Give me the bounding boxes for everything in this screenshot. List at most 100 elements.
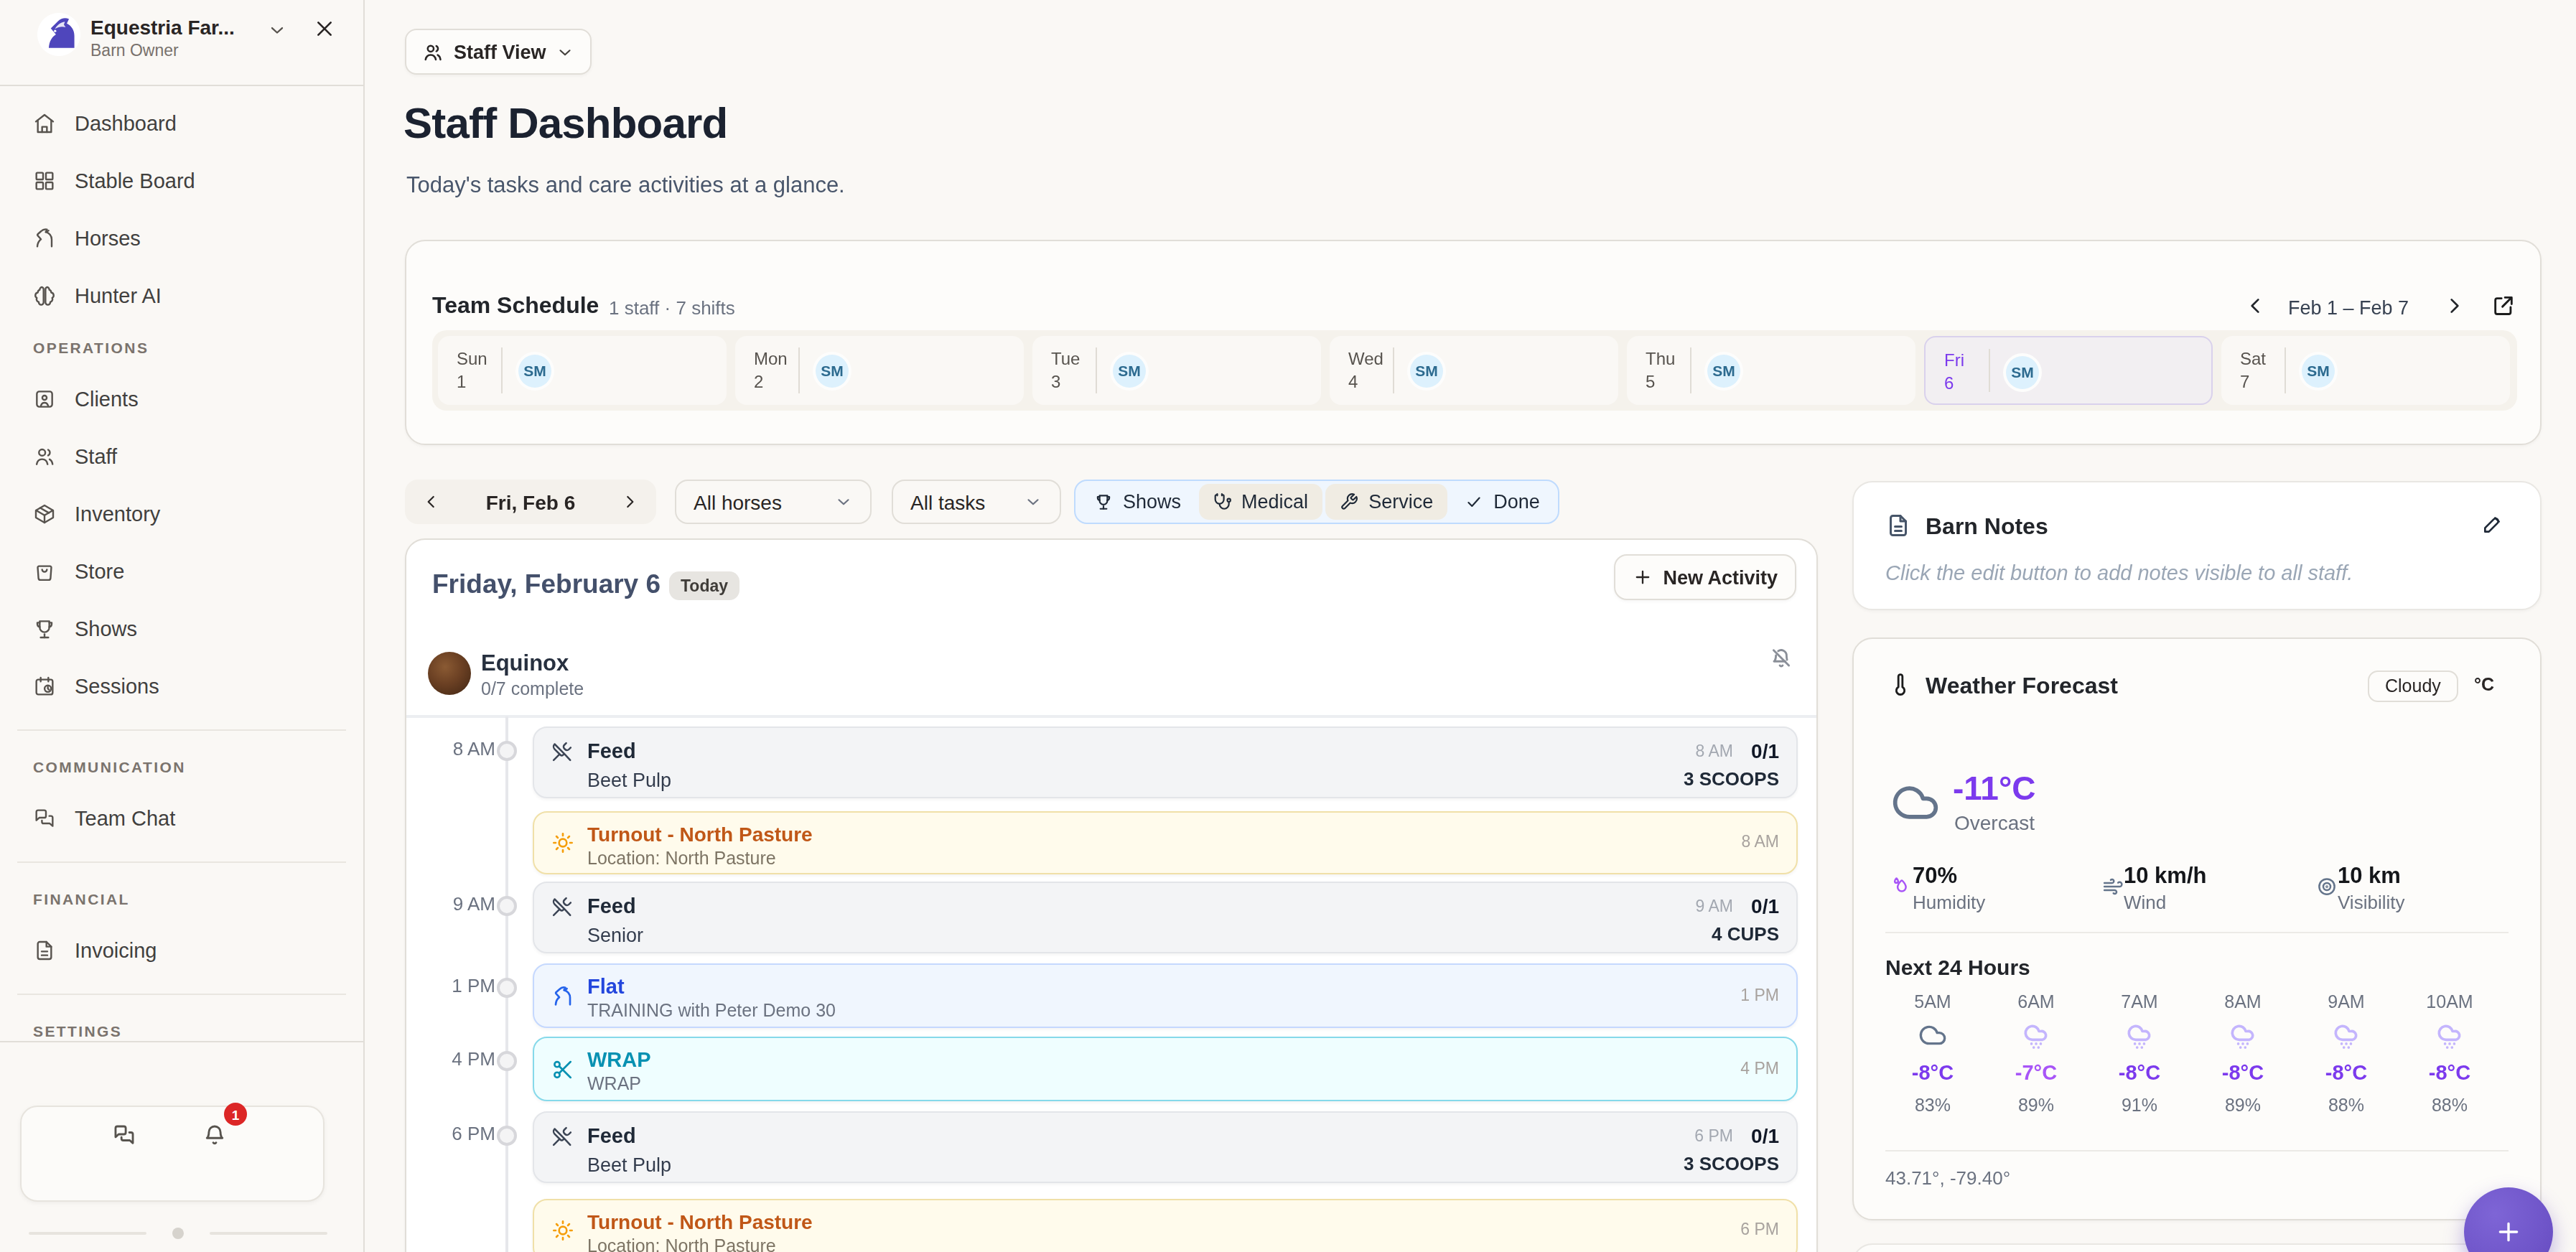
horse-icon [551, 984, 574, 1007]
sidebar-item-inventory[interactable]: Inventory [0, 485, 363, 543]
current-temp: -11°C [1953, 770, 2036, 808]
activity-title: Feed [587, 894, 636, 917]
divider [1393, 347, 1394, 393]
activity-feed[interactable]: FeedBeet Pulp6 PM0/13 SCOOPS [533, 1111, 1798, 1182]
activity-wrap[interactable]: WRAPWRAP4 PM [533, 1037, 1798, 1101]
day-cell-sat[interactable]: Sat7SM [2221, 336, 2510, 405]
day-title: Friday, February 6 [432, 569, 661, 600]
day-cell-thu[interactable]: Thu5SM [1627, 336, 1915, 405]
activity-turnout[interactable]: Turnout - North PastureLocation: North P… [533, 1198, 1798, 1252]
utensils-icon [551, 896, 573, 917]
sun-icon [551, 1218, 574, 1241]
sidebar-item-stable-board[interactable]: Stable Board [0, 152, 363, 210]
stat-value: 10 km [2338, 863, 2401, 889]
filter-chip-service[interactable]: Service [1325, 484, 1447, 520]
filter-chip-medical[interactable]: Medical [1198, 484, 1322, 520]
activity-time: 6 PM [1740, 1220, 1779, 1237]
horse-filter-select[interactable]: All horses [675, 480, 872, 524]
hour-forecast-5am: 5AM-8°C83% [1881, 992, 1984, 1116]
time-label: 8 AM [406, 738, 495, 760]
activity-title: Feed [587, 739, 636, 762]
horse-avatar[interactable] [428, 652, 471, 695]
week-next-icon[interactable] [2442, 294, 2465, 317]
staff-badge[interactable]: SM [1410, 354, 1443, 387]
layout-grid-icon [33, 169, 56, 192]
bell-icon[interactable] [202, 1123, 227, 1147]
sidebar-item-team-chat[interactable]: Team Chat [0, 790, 363, 847]
activity-time: 8 AM [1696, 742, 1733, 760]
filter-chip-shows[interactable]: Shows [1080, 484, 1195, 520]
hour-forecast-6am: 6AM-7°C89% [1984, 992, 2088, 1116]
day-cell-wed[interactable]: Wed4SM [1330, 336, 1618, 405]
weather-card: Weather Forecast Cloudy °C -11°C Overcas… [1852, 637, 2542, 1220]
next-card-sliver [1852, 1243, 2542, 1252]
time-group-8am: 8 AMFeedBeet Pulp8 AM0/13 SCOOPS Turnout … [533, 727, 1798, 874]
new-activity-button[interactable]: New Activity [1614, 554, 1796, 600]
sidebar-item-invoicing[interactable]: Invoicing [0, 922, 363, 979]
weather-condition-badge[interactable]: Cloudy [2368, 671, 2458, 702]
date-nav-label: Fri, Feb 6 [486, 490, 575, 513]
staff-badge[interactable]: SM [1113, 354, 1146, 387]
activity-count: 0/1 [1751, 894, 1779, 917]
horse-filter-value: All horses [694, 490, 782, 513]
activity-training[interactable]: FlatTRAINING with Peter Demo 301 PM [533, 963, 1798, 1028]
brain-icon [33, 284, 56, 307]
date-next-icon[interactable] [620, 492, 639, 511]
horse-name[interactable]: Equinox [481, 650, 569, 676]
sidebar-item-store[interactable]: Store [0, 543, 363, 600]
trophy-icon [33, 617, 56, 640]
sidebar-section-financial: FINANCIAL [33, 890, 130, 907]
sidebar-item-staff[interactable]: Staff [0, 428, 363, 485]
activity-feed[interactable]: FeedSenior9 AM0/14 CUPS [533, 882, 1798, 953]
staff-badge[interactable]: SM [2006, 355, 2039, 388]
sidebar-close-icon[interactable] [313, 17, 336, 40]
week-prev-icon[interactable] [2244, 294, 2267, 317]
activity-title: Flat [587, 975, 625, 998]
activity-turnout[interactable]: Turnout - North PastureLocation: North P… [533, 811, 1798, 874]
divider [2285, 347, 2286, 393]
messages-icon [33, 807, 56, 830]
task-filter-select[interactable]: All tasks [892, 480, 1061, 524]
day-cell-fri[interactable]: Fri6SM [1924, 336, 2213, 405]
task-filter-value: All tasks [910, 490, 985, 513]
view-switcher-button[interactable]: Staff View [405, 29, 592, 75]
activity-subtitle: TRAINING with Peter Demo 30 [587, 1001, 836, 1021]
staff-badge[interactable]: SM [816, 354, 849, 387]
hour-forecast-10am: 10AM-8°C88% [2398, 992, 2501, 1116]
activity-feed[interactable]: FeedBeet Pulp8 AM0/13 SCOOPS [533, 727, 1798, 798]
time-group-4pm: 4 PMWRAPWRAP4 PM [533, 1037, 1798, 1101]
plus-icon [1633, 567, 1653, 587]
staff-badge[interactable]: SM [2302, 354, 2335, 387]
org-chevron-down-icon[interactable] [267, 20, 287, 40]
org-name[interactable]: Equestria Far... [90, 16, 251, 39]
day-cell-sun[interactable]: Sun1SM [438, 336, 727, 405]
handle-dot [172, 1228, 184, 1239]
activity-title: Feed [587, 1123, 636, 1146]
sidebar-item-shows[interactable]: Shows [0, 600, 363, 658]
sidebar-item-clients[interactable]: Clients [0, 370, 363, 428]
day-cell-tue[interactable]: Tue3SM [1032, 336, 1321, 405]
sidebar-item-dashboard[interactable]: Dashboard [0, 95, 363, 152]
stat-label: Visibility [2338, 892, 2404, 913]
wrench-icon [1340, 492, 1358, 511]
sidebar-item-horses[interactable]: Horses [0, 210, 363, 267]
filter-chip-done[interactable]: Done [1450, 484, 1554, 520]
weather-unit[interactable]: °C [2474, 675, 2494, 695]
cloud-icon [1891, 778, 1940, 827]
notification-badge: 1 [224, 1103, 247, 1126]
sidebar-item-sessions[interactable]: Sessions [0, 658, 363, 715]
staff-dashboard-page: Equestria Far... Barn Owner DashboardSta… [0, 0, 2576, 1252]
task-type-filter-group: ShowsMedicalServiceDone [1074, 480, 1560, 524]
horse-row: Equinox 0/7 complete [406, 640, 1816, 715]
sidebar-item-hunter-ai[interactable]: Hunter AI [0, 267, 363, 324]
staff-badge[interactable]: SM [1707, 354, 1740, 387]
date-prev-icon[interactable] [422, 492, 441, 511]
edit-pencil-icon[interactable] [2481, 513, 2504, 536]
chat-bubbles-icon[interactable] [112, 1123, 136, 1147]
sidebar: Equestria Far... Barn Owner DashboardSta… [0, 0, 365, 1252]
bell-off-icon[interactable] [1769, 646, 1793, 671]
visibility-icon [2316, 876, 2338, 897]
day-cell-mon[interactable]: Mon2SM [735, 336, 1024, 405]
staff-badge[interactable]: SM [518, 354, 551, 387]
open-schedule-icon[interactable] [2491, 293, 2516, 317]
